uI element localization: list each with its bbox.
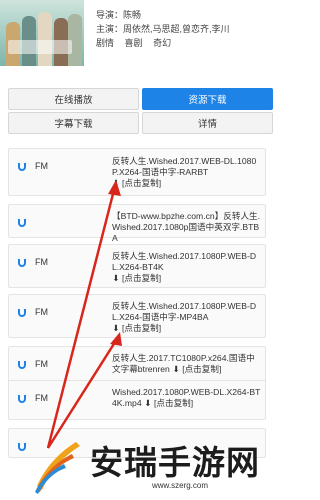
- copy-link[interactable]: ⬇ [点击复制]: [144, 398, 193, 408]
- movie-header: 导演：陈畅 主演：周依然,马思超,曾恋齐,李川 剧情 喜剧 奇幻: [0, 0, 281, 80]
- copy-link[interactable]: ⬇ [点击复制]: [112, 178, 161, 188]
- watermark-url: www.szerg.com: [152, 481, 209, 490]
- genre-tag[interactable]: 喜剧: [125, 36, 143, 50]
- genres: 剧情 喜剧 奇幻: [96, 36, 230, 50]
- download-page: 导演：陈畅 主演：周依然,马思超,曾恋齐,李川 剧情 喜剧 奇幻 在线播放 资源…: [0, 0, 281, 500]
- movie-meta: 导演：陈畅 主演：周依然,马思超,曾恋齐,李川 剧情 喜剧 奇幻: [96, 8, 230, 50]
- list-item[interactable]: FM 反转人生.Wished.2017.1080P.WEB-DL.X264-国语…: [8, 294, 266, 338]
- copy-link[interactable]: ⬇ [点击复制]: [112, 323, 161, 333]
- actors: 主演：周依然,马思超,曾恋齐,李川: [96, 24, 230, 34]
- list-item[interactable]: 【BTD-www.bpzhe.com.cn】反转人生.Wished.2017.1…: [8, 204, 266, 243]
- list-item[interactable]: FM Wished.2017.1080P.WEB-DL.X264-BT4K.mp…: [8, 380, 266, 420]
- download-icon: ⬇: [144, 398, 152, 408]
- movie-poster: [0, 0, 84, 66]
- magnet-icon: [18, 309, 26, 317]
- detail-button[interactable]: 详情: [142, 112, 273, 134]
- magnet-icon: [18, 395, 26, 403]
- download-icon: ⬇: [112, 323, 120, 333]
- file-title: 反转人生.Wished.2017.1080P.WEB-DL.X264-BT4K: [112, 251, 257, 272]
- link-type: FM: [35, 393, 48, 403]
- link-type: FM: [35, 359, 48, 369]
- genre-tag[interactable]: 剧情: [96, 36, 114, 50]
- online-play-button[interactable]: 在线播放: [8, 88, 139, 110]
- copy-link[interactable]: ⬇ [点击复制]: [172, 364, 222, 374]
- download-icon: ⬇: [112, 273, 120, 283]
- watermark-brand: 安瑞手游网: [90, 444, 260, 481]
- link-type: FM: [35, 161, 48, 171]
- file-title: 【BTD-www.bpzhe.com.cn】反转人生.Wished.2017.1…: [112, 211, 261, 243]
- list-item[interactable]: FM 反转人生.Wished.2017.1080P.WEB-DL.X264-BT…: [8, 244, 266, 288]
- file-title: 反转人生.Wished.2017.1080P.WEB-DL.X264-国语中字-…: [112, 301, 257, 322]
- copy-link[interactable]: ⬇ [点击复制]: [112, 273, 161, 283]
- watermark-logo-icon: [35, 442, 80, 494]
- genre-tag[interactable]: 奇幻: [153, 36, 171, 50]
- magnet-icon: [18, 259, 26, 267]
- resource-download-button[interactable]: 资源下载: [142, 88, 273, 110]
- link-type: FM: [35, 257, 48, 267]
- magnet-icon: [18, 219, 26, 227]
- magnet-icon: [18, 361, 26, 369]
- download-icon: ⬇: [172, 364, 180, 374]
- link-type: FM: [35, 307, 48, 317]
- magnet-icon: [18, 163, 26, 171]
- watermark: 安瑞手游网 www.szerg.com: [0, 426, 281, 500]
- file-title: 反转人生.Wished.2017.WEB-DL.1080P.X264-国语中字-…: [112, 156, 257, 177]
- download-icon: ⬇: [112, 178, 120, 188]
- director: 导演：陈畅: [96, 10, 142, 20]
- list-item[interactable]: FM 反转人生.Wished.2017.WEB-DL.1080P.X264-国语…: [8, 148, 266, 196]
- subtitle-download-button[interactable]: 字幕下载: [8, 112, 139, 134]
